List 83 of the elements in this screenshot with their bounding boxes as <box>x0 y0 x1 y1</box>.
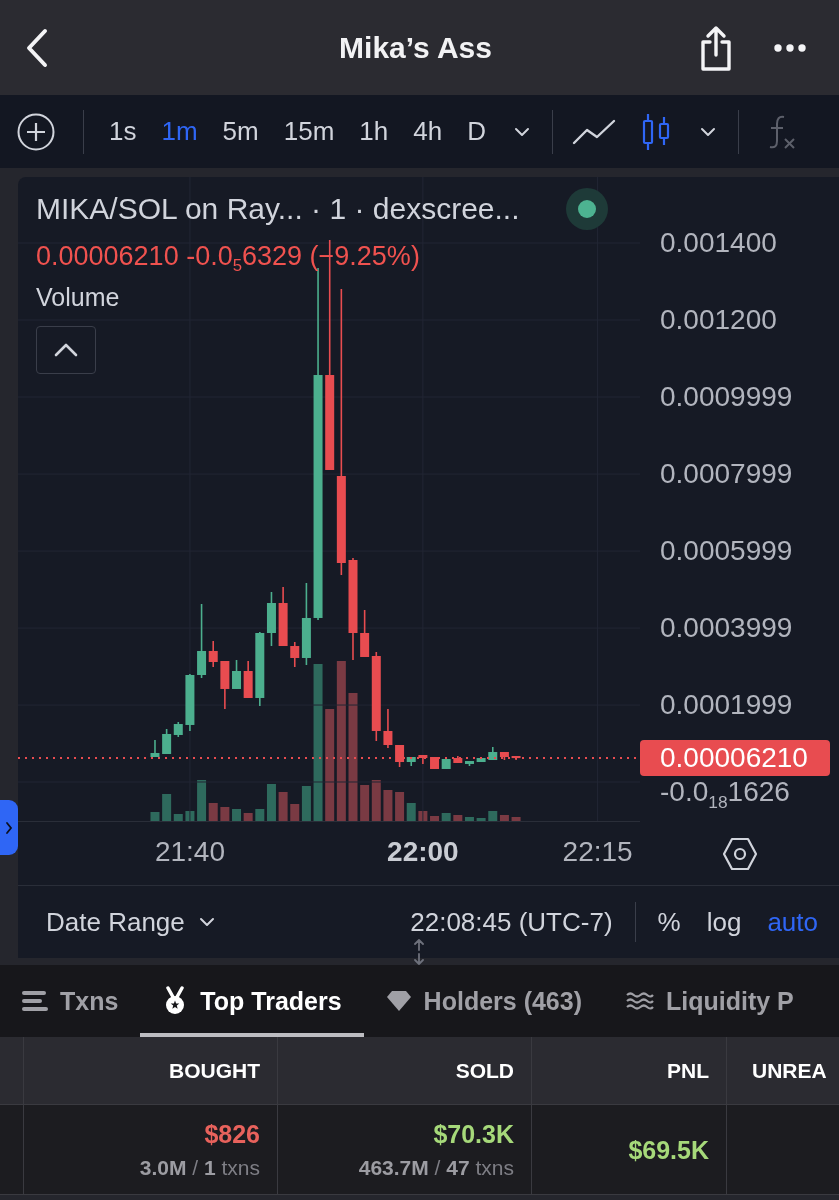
candlestick <box>453 755 463 764</box>
interval-tab[interactable]: 1m <box>161 116 198 147</box>
candlestick <box>243 660 253 699</box>
caret-down-icon <box>198 917 215 927</box>
page-title: Mika’s Ass <box>339 29 492 66</box>
cell-value: $69.5K <box>628 1134 709 1165</box>
cell-detail: 3.0M / 1 txns <box>139 1154 260 1181</box>
tab[interactable]: Txns <box>0 965 141 1037</box>
plus-icon[interactable] <box>17 112 55 151</box>
candlestick <box>418 754 428 765</box>
price-axis-label: 0.0009999 <box>660 382 793 412</box>
cell-detail: 463.7M / 47 txns <box>358 1154 514 1181</box>
interval-tab[interactable]: D <box>467 116 486 147</box>
interval-tab[interactable]: 1s <box>109 116 137 147</box>
price-axis-label: 0.0005999 <box>660 536 793 567</box>
volume-bar <box>278 792 288 822</box>
candlestick <box>266 591 276 647</box>
last-price-badge: 0.00006210 <box>640 740 830 776</box>
candlestick <box>220 660 230 710</box>
volume-bar <box>371 780 381 822</box>
scale-option[interactable]: % <box>657 907 681 937</box>
volume-bar <box>150 812 160 822</box>
candlestick <box>511 755 521 761</box>
price-axis-label: 0.001400 <box>660 228 777 258</box>
tab[interactable]: Liquidity P <box>604 965 816 1037</box>
caret-down-icon[interactable] <box>699 126 716 137</box>
interval-tab[interactable]: 4h <box>413 116 443 147</box>
candlestick <box>150 739 160 758</box>
scale-option[interactable]: log <box>706 907 742 937</box>
interval-tab[interactable]: 15m <box>283 116 335 147</box>
waves-icon <box>626 991 654 1011</box>
volume-bar <box>185 811 195 822</box>
volume-bar <box>243 813 253 822</box>
candlestick <box>278 586 288 647</box>
time-axis-label: 22:15 <box>562 837 633 867</box>
settings-icon[interactable] <box>722 837 758 871</box>
caret-down-icon[interactable] <box>513 126 530 137</box>
resize-handle-icon[interactable] <box>412 939 426 965</box>
price-axis-label: 0.001200 <box>660 305 777 335</box>
volume-bar <box>383 790 393 822</box>
date-range-button[interactable]: Date Range <box>46 907 215 937</box>
candlestick <box>441 758 451 770</box>
column-header: SOLD <box>278 1037 532 1104</box>
candlestick <box>430 756 440 770</box>
column-header: PNL <box>532 1037 727 1104</box>
time-axis-label: 21:40 <box>154 837 225 867</box>
candlestick <box>232 659 241 690</box>
column-header: BOUGHT <box>24 1037 278 1104</box>
diamond-icon <box>385 990 412 1012</box>
volume-bar <box>476 818 486 822</box>
back-icon[interactable] <box>25 27 49 68</box>
price-axis-label: 0.0001999 <box>660 690 793 721</box>
chevron-up-icon <box>54 343 78 357</box>
volume-bar <box>220 807 230 822</box>
price-axis-label: -0.0$_{18}$1626 <box>660 777 790 807</box>
more-icon[interactable] <box>774 43 806 52</box>
candlestick <box>185 673 195 732</box>
share-icon[interactable] <box>699 23 733 72</box>
volume-bar <box>232 809 241 822</box>
candlestick <box>383 708 393 749</box>
scale-option[interactable]: auto <box>767 907 818 937</box>
status-dot-icon <box>566 188 608 230</box>
collapse-button[interactable] <box>36 326 96 374</box>
volume-bar <box>360 785 370 822</box>
volume-label: Volume <box>36 283 120 311</box>
chevron-right-icon <box>5 820 13 835</box>
price-axis-label: 0.0007999 <box>660 459 793 490</box>
volume-bar <box>418 811 428 822</box>
cell-value: $70.3K <box>433 1118 514 1149</box>
side-panel-toggle[interactable] <box>0 800 18 855</box>
time-axis-label: 22:00 <box>387 837 459 867</box>
volume-bar <box>511 817 521 822</box>
candlestick <box>476 757 486 763</box>
interval-tab[interactable]: 1h <box>359 116 389 147</box>
chart-legend-title: MIKA/SOL on Ray... · 1 · dexscree... <box>36 192 520 226</box>
line-chart-icon[interactable] <box>571 118 616 145</box>
tab[interactable]: Holders (463) <box>363 965 604 1037</box>
cell-value: $826 <box>204 1118 260 1149</box>
timezone-time[interactable]: 22:08:45 (UTC-7) <box>410 907 613 937</box>
column-header: UNREA <box>751 1057 828 1084</box>
interval-tab[interactable]: 5m <box>222 116 259 147</box>
list-icon <box>22 990 48 1012</box>
price-axis-label: 0.0003999 <box>660 613 793 644</box>
